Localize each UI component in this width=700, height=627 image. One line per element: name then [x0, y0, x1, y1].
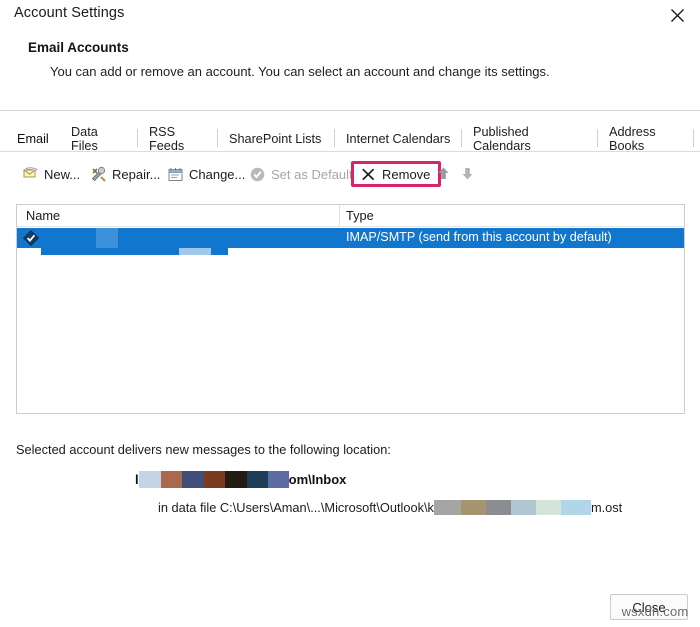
accounts-toolbar: New... Repair... Change... Set as Defaul…: [0, 156, 700, 196]
move-down-button[interactable]: [459, 165, 476, 182]
set-as-default-label: Set as Default: [271, 166, 353, 182]
tab-label: SharePoint Lists: [229, 131, 322, 146]
repair-tools-icon: [91, 166, 106, 182]
accounts-list-header: Name Type: [17, 205, 684, 227]
delivery-file-prefix: in data file C:\Users\Aman\...\Microsoft…: [158, 500, 434, 515]
column-divider: [339, 205, 340, 227]
tab-email[interactable]: Email: [6, 126, 60, 151]
column-header-type: Type: [346, 208, 374, 223]
page-description: You can add or remove an account. You ca…: [50, 64, 550, 79]
delivery-file-suffix: m.ost: [590, 500, 623, 515]
account-type-label: IMAP/SMTP (send from this account by def…: [346, 230, 612, 244]
redacted-account-name-overflow-light: [179, 248, 211, 255]
default-account-icon: [23, 230, 39, 246]
delivery-location-path: l om\Inbox: [135, 470, 346, 488]
remove-x-icon: [362, 168, 375, 180]
new-account-button[interactable]: New...: [18, 160, 84, 188]
remove-account-button[interactable]: Remove: [351, 161, 442, 187]
tab-separator: [693, 129, 694, 147]
remove-account-label: Remove: [382, 166, 431, 182]
close-button-label: Close: [632, 599, 666, 615]
change-settings-icon: [168, 167, 183, 181]
table-row[interactable]: IMAP/SMTP (send from this account by def…: [17, 228, 684, 248]
change-account-button[interactable]: Change...: [163, 160, 249, 188]
delivery-location-label: Selected account delivers new messages t…: [16, 442, 391, 457]
tab-rss-feeds[interactable]: RSS Feeds: [138, 124, 218, 153]
window-title: Account Settings: [14, 5, 125, 21]
repair-account-label: Repair...: [112, 166, 161, 182]
tab-label: Address Books: [609, 124, 656, 153]
tab-data-files[interactable]: Data Files: [60, 124, 138, 153]
redacted-data-file-name: [433, 500, 591, 515]
tab-published-calendars[interactable]: Published Calendars: [462, 124, 598, 153]
header-divider: [0, 110, 700, 111]
tab-label: Data Files: [71, 124, 98, 153]
new-mail-icon: [23, 166, 38, 177]
column-header-name: Name: [26, 208, 61, 223]
tab-label: Published Calendars: [473, 124, 531, 153]
tab-sharepoint-lists[interactable]: SharePoint Lists: [218, 126, 335, 151]
tab-strip-underline: [0, 151, 700, 152]
accounts-list[interactable]: Name Type IMAP/SMTP (send from this acco…: [16, 204, 685, 414]
close-x-icon[interactable]: [662, 3, 692, 27]
title-bar: Account Settings: [0, 0, 700, 30]
arrow-up-icon: [438, 167, 449, 179]
arrow-down-icon: [462, 168, 473, 180]
set-as-default-button: Set as Default: [245, 160, 357, 188]
tab-strip: Email Data Files RSS Feeds SharePoint Li…: [0, 124, 700, 153]
repair-account-button[interactable]: Repair...: [86, 160, 164, 188]
check-circle-icon: [250, 167, 265, 181]
tab-internet-calendars[interactable]: Internet Calendars: [335, 126, 462, 151]
tab-label: Email: [17, 131, 49, 146]
change-account-label: Change...: [189, 166, 246, 182]
delivery-data-file: in data file C:\Users\Aman\...\Microsoft…: [158, 499, 622, 516]
page-title: Email Accounts: [28, 40, 129, 55]
tab-label: RSS Feeds: [149, 124, 185, 153]
delivery-path-suffix: om\Inbox: [288, 471, 347, 487]
tab-label: Internet Calendars: [346, 131, 451, 146]
redacted-account-name: [41, 228, 241, 248]
close-button[interactable]: Close: [610, 594, 688, 620]
redacted-mailbox-name: [138, 470, 289, 488]
move-up-button[interactable]: [435, 165, 452, 182]
tab-address-books[interactable]: Address Books: [598, 124, 694, 153]
new-account-label: New...: [44, 166, 81, 182]
